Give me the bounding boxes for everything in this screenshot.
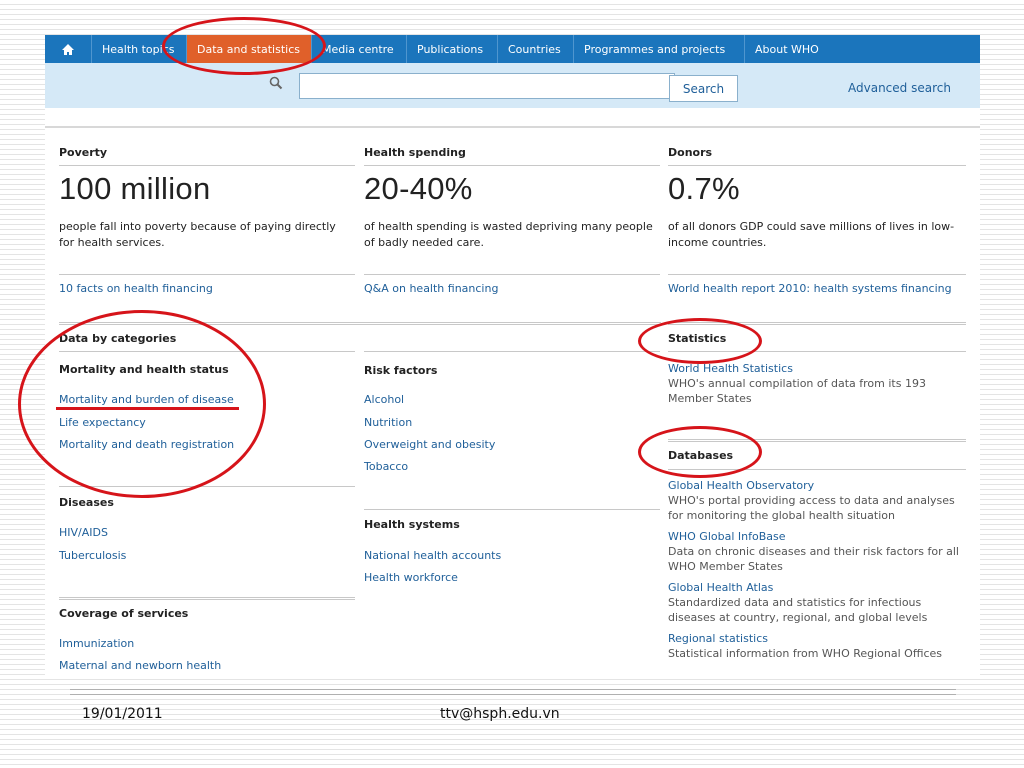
link-overweight-obesity[interactable]: Overweight and obesity	[364, 438, 495, 451]
search-icon	[269, 76, 283, 90]
footer-email: ttv@hsph.edu.vn	[440, 706, 560, 722]
annotation-underline-mortality	[56, 407, 239, 410]
nav-item-publications[interactable]: Publications	[407, 35, 498, 63]
health-systems-section-title: Health systems	[364, 518, 460, 531]
link-health-workforce[interactable]: Health workforce	[364, 571, 458, 584]
link-tuberculosis[interactable]: Tuberculosis	[59, 549, 126, 562]
annotation-circle-statistics	[638, 318, 762, 364]
divider	[59, 597, 355, 600]
footer-divider	[70, 689, 956, 690]
poverty-description: people fall into poverty because of payi…	[59, 220, 336, 249]
donors-title: Donors	[668, 146, 713, 159]
nav-item-programmes-and-projects[interactable]: Programmes and projects	[574, 35, 745, 63]
poverty-big-number: 100 million	[59, 171, 211, 206]
world-health-statistics-text: WHO's annual compilation of data from it…	[668, 377, 926, 405]
divider	[364, 509, 660, 510]
divider	[59, 165, 355, 166]
search-button[interactable]: Search	[669, 75, 738, 102]
divider	[668, 165, 966, 166]
home-button[interactable]	[45, 35, 92, 63]
link-world-health-report-2010[interactable]: World health report 2010: health systems…	[668, 282, 952, 295]
nav-item-media-centre[interactable]: Media centre	[312, 35, 407, 63]
link-global-health-atlas[interactable]: Global Health Atlas	[668, 581, 773, 594]
divider	[364, 351, 660, 352]
link-alcohol[interactable]: Alcohol	[364, 393, 404, 406]
link-immunization[interactable]: Immunization	[59, 637, 134, 650]
footer-date: 19/01/2011	[82, 706, 163, 722]
link-tobacco[interactable]: Tobacco	[364, 460, 408, 473]
health-spending-description: of health spending is wasted depriving m…	[364, 220, 653, 249]
global-health-observatory-text: WHO's portal providing access to data an…	[668, 494, 955, 522]
advanced-search-link[interactable]: Advanced search	[848, 81, 951, 95]
health-spending-big-number: 20-40%	[364, 171, 473, 206]
risk-factors-section-title: Risk factors	[364, 364, 438, 377]
regional-statistics-text: Statistical information from WHO Regiona…	[668, 647, 943, 660]
divider	[364, 165, 660, 166]
link-world-health-statistics[interactable]: World Health Statistics	[668, 362, 793, 375]
poverty-title: Poverty	[59, 146, 108, 159]
donors-big-number: 0.7%	[668, 171, 740, 206]
link-10-facts-health-financing[interactable]: 10 facts on health financing	[59, 282, 213, 295]
link-qa-health-financing[interactable]: Q&A on health financing	[364, 282, 498, 295]
coverage-section-title: Coverage of services	[59, 607, 189, 620]
health-spending-title: Health spending	[364, 146, 466, 159]
header-divider	[45, 126, 980, 128]
link-nutrition[interactable]: Nutrition	[364, 416, 412, 429]
nav-item-about-who[interactable]: About WHO	[745, 35, 827, 63]
link-regional-statistics[interactable]: Regional statistics	[668, 632, 768, 645]
annotation-circle-databases	[638, 426, 762, 478]
diseases-section-title: Diseases	[59, 496, 114, 509]
who-global-infobase-text: Data on chronic diseases and their risk …	[668, 545, 959, 573]
footer-divider	[70, 694, 956, 695]
link-national-health-accounts[interactable]: National health accounts	[364, 549, 501, 562]
link-hiv-aids[interactable]: HIV/AIDS	[59, 526, 108, 539]
link-global-health-observatory[interactable]: Global Health Observatory	[668, 479, 814, 492]
home-icon	[62, 43, 74, 55]
nav-item-countries[interactable]: Countries	[498, 35, 574, 63]
search-bar: Search Advanced search	[45, 63, 980, 108]
divider	[59, 274, 355, 275]
annotation-circle-data-statistics	[162, 17, 326, 75]
annotation-circle-mortality	[18, 310, 266, 498]
link-maternal-newborn-health[interactable]: Maternal and newborn health	[59, 659, 221, 672]
divider	[364, 274, 660, 275]
global-health-atlas-text: Standardized data and statistics for inf…	[668, 596, 928, 624]
search-input[interactable]	[299, 73, 675, 99]
link-who-global-infobase[interactable]: WHO Global InfoBase	[668, 530, 786, 543]
donors-description: of all donors GDP could save millions of…	[668, 220, 955, 249]
divider	[668, 274, 966, 275]
